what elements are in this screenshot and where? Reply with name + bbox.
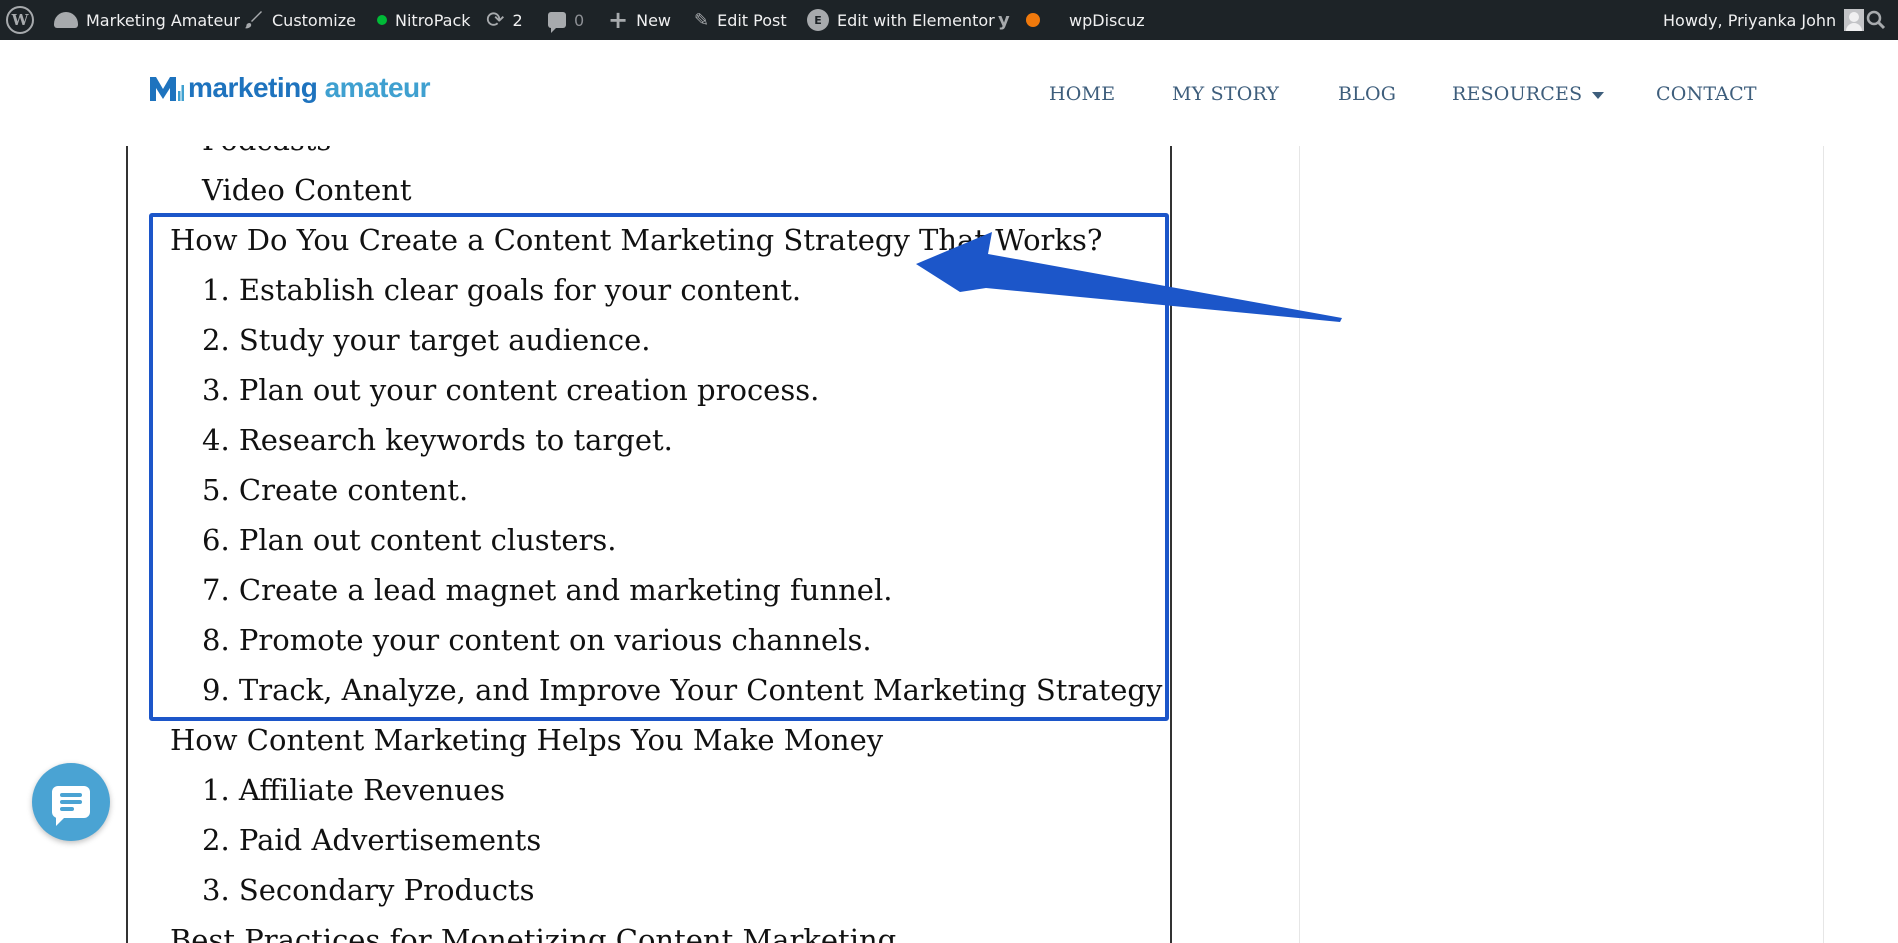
refresh-icon: ⟳ xyxy=(486,7,505,33)
comments-count: 0 xyxy=(574,10,585,30)
site-logo[interactable]: marketing amateur xyxy=(150,72,431,104)
comment-icon xyxy=(548,12,566,33)
chevron-down-icon xyxy=(1592,92,1605,100)
avatar xyxy=(1844,9,1865,31)
updates-link[interactable]: ⟳ 2 xyxy=(486,0,523,40)
howdy-label: Howdy, Priyanka John xyxy=(1663,10,1837,30)
dashboard-icon xyxy=(54,12,78,28)
nitropack-label: NitroPack xyxy=(395,10,471,30)
customize-link[interactable]: Customize xyxy=(244,0,356,40)
annotation-arrow-icon xyxy=(916,232,1342,322)
toc-item[interactable]: 2. Paid Advertisements xyxy=(202,822,541,858)
toc-heading-best-practices[interactable]: Best Practices for Monetizing Content Ma… xyxy=(170,922,896,943)
admin-search-button[interactable] xyxy=(1866,0,1886,40)
logo-text: marketing amateur xyxy=(188,72,431,103)
yoast-icon: y xyxy=(998,9,1010,31)
toc-item[interactable]: 1. Affiliate Revenues xyxy=(202,772,505,808)
comments-link[interactable]: 0 xyxy=(548,0,584,40)
nitropack-menu[interactable]: NitroPack xyxy=(377,0,471,40)
nav-resources-label: RESOURCES xyxy=(1452,83,1583,105)
updates-count: 2 xyxy=(512,10,523,30)
pencil-icon: ✎ xyxy=(694,9,710,31)
wp-admin-bar: W Marketing Amateur Customize NitroPack … xyxy=(0,0,1898,40)
edit-elementor-link[interactable]: E Edit with Elementor xyxy=(807,0,995,40)
wordpress-icon: W xyxy=(6,6,34,34)
wpdiscuz-menu[interactable]: wpDiscuz xyxy=(1069,0,1145,40)
site-header: marketing amateur HOME MY STORY BLOG RES… xyxy=(0,40,1898,146)
edit-elementor-label: Edit with Elementor xyxy=(837,10,995,30)
sidebar-divider-right xyxy=(1823,146,1824,943)
edit-post-link[interactable]: ✎ Edit Post xyxy=(694,0,787,40)
search-icon xyxy=(1866,10,1886,30)
toc-item[interactable]: 3. Secondary Products xyxy=(202,872,534,908)
nitropack-status-dot xyxy=(377,15,387,25)
yoast-status-dot xyxy=(1025,13,1040,27)
nav-resources[interactable]: RESOURCES xyxy=(1452,83,1605,105)
customize-label: Customize xyxy=(272,10,356,30)
chat-icon xyxy=(52,786,90,826)
brush-icon xyxy=(245,11,262,29)
yoast-menu[interactable]: y xyxy=(998,0,1040,40)
plus-icon: + xyxy=(608,6,629,34)
elementor-icon: E xyxy=(807,9,829,31)
my-account-menu[interactable]: Howdy, Priyanka John xyxy=(1663,0,1865,40)
wp-logo-menu[interactable]: W xyxy=(6,0,34,40)
wpdiscuz-label: wpDiscuz xyxy=(1069,10,1145,30)
logo-m-icon xyxy=(150,77,184,101)
nav-blog[interactable]: BLOG xyxy=(1338,83,1396,105)
chat-button[interactable] xyxy=(32,763,110,841)
site-name-menu[interactable]: Marketing Amateur xyxy=(54,0,240,40)
toc-item-video-content[interactable]: Video Content xyxy=(202,172,412,208)
site-name-label: Marketing Amateur xyxy=(86,10,240,30)
new-content-menu[interactable]: + New xyxy=(608,0,671,40)
nav-my-story[interactable]: MY STORY xyxy=(1172,83,1279,105)
nav-contact[interactable]: CONTACT xyxy=(1656,83,1757,105)
nav-home[interactable]: HOME xyxy=(1049,83,1115,105)
new-label: New xyxy=(636,10,672,30)
edit-post-label: Edit Post xyxy=(717,10,787,30)
toc-heading-make-money[interactable]: How Content Marketing Helps You Make Mon… xyxy=(170,722,883,758)
